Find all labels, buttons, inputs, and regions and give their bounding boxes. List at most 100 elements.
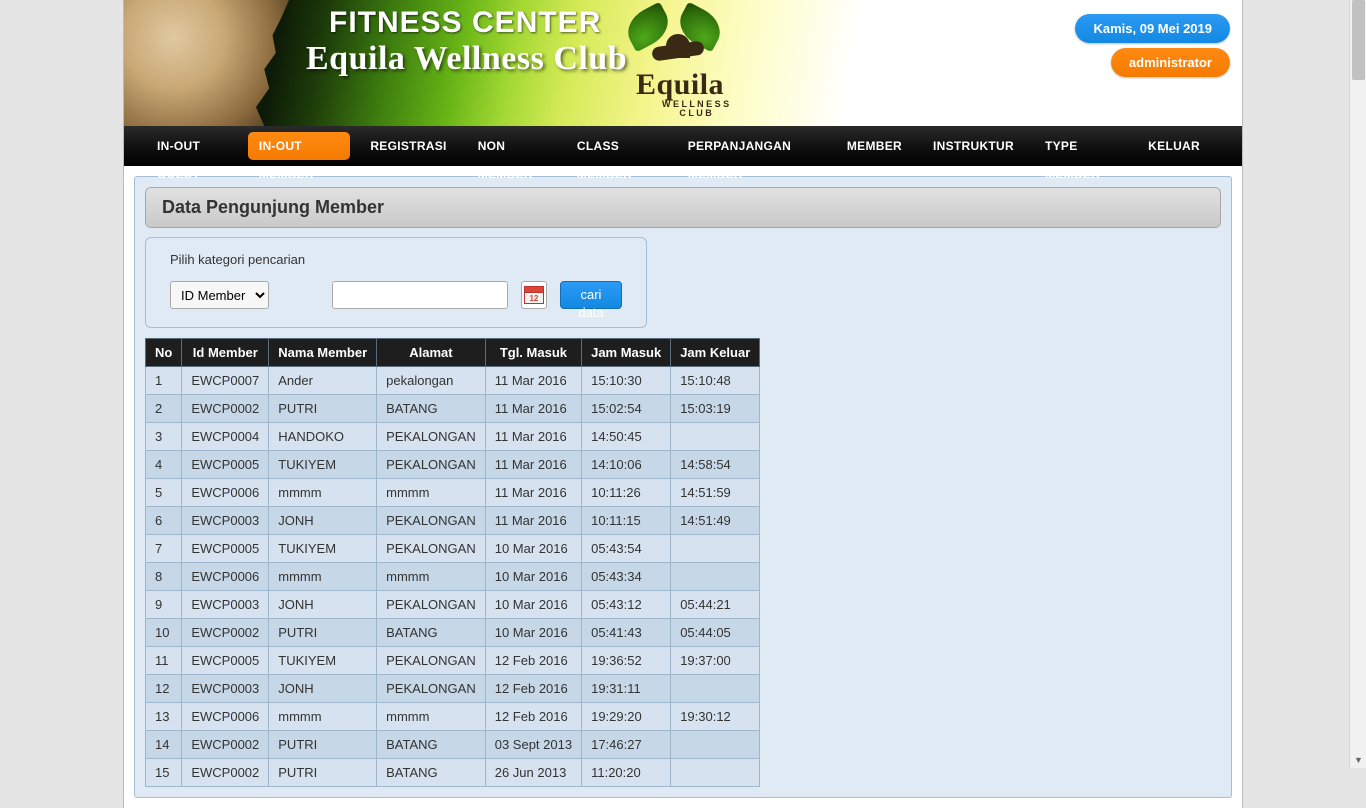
nav-item-registrasi[interactable]: REGISTRASI bbox=[359, 132, 457, 160]
table-cell: mmmm bbox=[269, 703, 377, 731]
table-cell: 11:20:20 bbox=[582, 759, 671, 787]
table-cell: JONH bbox=[269, 507, 377, 535]
table-cell: EWCP0002 bbox=[182, 731, 269, 759]
table-cell: mmmm bbox=[377, 479, 486, 507]
table-row: 9EWCP0003JONHPEKALONGAN10 Mar 201605:43:… bbox=[146, 591, 760, 619]
table-cell: BATANG bbox=[377, 731, 486, 759]
user-badge[interactable]: administrator bbox=[1111, 48, 1230, 77]
table-cell: EWCP0005 bbox=[182, 451, 269, 479]
scroll-down-icon[interactable]: ▼ bbox=[1350, 751, 1366, 768]
column-header: Id Member bbox=[182, 339, 269, 367]
table-cell: 14:51:59 bbox=[671, 479, 760, 507]
table-cell: 13 bbox=[146, 703, 182, 731]
table-cell: 5 bbox=[146, 479, 182, 507]
page-title: Data Pengunjung Member bbox=[146, 188, 1220, 227]
table-cell bbox=[671, 535, 760, 563]
table-cell: 14:51:49 bbox=[671, 507, 760, 535]
search-category-select[interactable]: ID Member bbox=[170, 281, 269, 309]
table-row: 12EWCP0003JONHPEKALONGAN12 Feb 201619:31… bbox=[146, 675, 760, 703]
table-cell: 10 Mar 2016 bbox=[485, 563, 581, 591]
table-cell: mmmm bbox=[377, 703, 486, 731]
table-cell: 12 Feb 2016 bbox=[485, 703, 581, 731]
table-cell: 3 bbox=[146, 423, 182, 451]
column-header: No bbox=[146, 339, 182, 367]
vertical-scrollbar[interactable]: ▲ ▼ bbox=[1349, 0, 1366, 768]
table-cell: 19:37:00 bbox=[671, 647, 760, 675]
header-title-line2: Equila Wellness Club bbox=[306, 40, 627, 78]
header-mascot-image bbox=[124, 0, 289, 126]
calendar-icon bbox=[524, 286, 544, 304]
table-cell: 10:11:15 bbox=[582, 507, 671, 535]
site-header: FITNESS CENTER Equila Wellness Club Equi… bbox=[124, 0, 1242, 126]
table-cell bbox=[671, 759, 760, 787]
table-cell: mmmm bbox=[269, 479, 377, 507]
table-cell: 05:43:12 bbox=[582, 591, 671, 619]
column-header: Jam Keluar bbox=[671, 339, 760, 367]
table-cell: EWCP0003 bbox=[182, 507, 269, 535]
logo-person-icon bbox=[666, 34, 690, 58]
table-row: 13EWCP0006mmmmmmmm12 Feb 201619:29:2019:… bbox=[146, 703, 760, 731]
table-cell bbox=[671, 675, 760, 703]
nav-item-perpanjangan-member[interactable]: PERPANJANGAN MEMBER bbox=[677, 132, 827, 160]
nav-item-class-member[interactable]: CLASS MEMBER bbox=[566, 132, 668, 160]
table-cell: 15:10:30 bbox=[582, 367, 671, 395]
logo-text: Equila bbox=[636, 68, 724, 102]
table-cell: 19:36:52 bbox=[582, 647, 671, 675]
table-cell: PEKALONGAN bbox=[377, 451, 486, 479]
nav-item-in-out-guest[interactable]: IN-OUT GUEST bbox=[146, 132, 239, 160]
table-cell: 11 Mar 2016 bbox=[485, 367, 581, 395]
table-cell: JONH bbox=[269, 675, 377, 703]
nav-item-type-member[interactable]: TYPE MEMBER bbox=[1034, 132, 1128, 160]
table-cell: 1 bbox=[146, 367, 182, 395]
nav-item-keluar[interactable]: KELUAR bbox=[1137, 132, 1211, 160]
table-cell: 4 bbox=[146, 451, 182, 479]
table-cell: 2 bbox=[146, 395, 182, 423]
table-cell: 10 Mar 2016 bbox=[485, 535, 581, 563]
table-cell: JONH bbox=[269, 591, 377, 619]
table-row: 15EWCP0002PUTRIBATANG26 Jun 201311:20:20 bbox=[146, 759, 760, 787]
scroll-thumb[interactable] bbox=[1352, 0, 1365, 80]
column-header: Alamat bbox=[377, 339, 486, 367]
nav-item-instruktur[interactable]: INSTRUKTUR bbox=[922, 132, 1025, 160]
table-cell: BATANG bbox=[377, 619, 486, 647]
table-row: 11EWCP0005TUKIYEMPEKALONGAN12 Feb 201619… bbox=[146, 647, 760, 675]
nav-item-in-out-member[interactable]: IN-OUT MEMBER bbox=[248, 132, 351, 160]
table-row: 1EWCP0007Anderpekalongan11 Mar 201615:10… bbox=[146, 367, 760, 395]
table-cell: 26 Jun 2013 bbox=[485, 759, 581, 787]
table-cell: EWCP0006 bbox=[182, 703, 269, 731]
table-row: 2EWCP0002PUTRIBATANG11 Mar 201615:02:541… bbox=[146, 395, 760, 423]
table-cell: PEKALONGAN bbox=[377, 591, 486, 619]
calendar-button[interactable] bbox=[521, 281, 547, 309]
search-input[interactable] bbox=[332, 281, 508, 309]
column-header: Jam Masuk bbox=[582, 339, 671, 367]
nav-item-member[interactable]: MEMBER bbox=[836, 132, 913, 160]
table-cell: 19:31:11 bbox=[582, 675, 671, 703]
header-title-line1: FITNESS CENTER bbox=[329, 6, 601, 40]
table-cell: 03 Sept 2013 bbox=[485, 731, 581, 759]
table-row: 6EWCP0003JONHPEKALONGAN11 Mar 201610:11:… bbox=[146, 507, 760, 535]
table-cell: 17:46:27 bbox=[582, 731, 671, 759]
table-cell: 19:30:12 bbox=[671, 703, 760, 731]
table-cell: 14:10:06 bbox=[582, 451, 671, 479]
table-cell: 12 Feb 2016 bbox=[485, 647, 581, 675]
table-row: 10EWCP0002PUTRIBATANG10 Mar 201605:41:43… bbox=[146, 619, 760, 647]
table-cell: 15:02:54 bbox=[582, 395, 671, 423]
nav-item-non-member[interactable]: NON MEMBER bbox=[467, 132, 557, 160]
table-cell: 14:50:45 bbox=[582, 423, 671, 451]
table-cell: 11 Mar 2016 bbox=[485, 507, 581, 535]
table-cell: 14 bbox=[146, 731, 182, 759]
table-cell bbox=[671, 563, 760, 591]
table-cell: BATANG bbox=[377, 759, 486, 787]
table-cell: EWCP0002 bbox=[182, 395, 269, 423]
page-title-panel: Data Pengunjung Member bbox=[145, 187, 1221, 228]
table-cell: 12 bbox=[146, 675, 182, 703]
search-label: Pilih kategori pencarian bbox=[170, 252, 622, 267]
table-row: 7EWCP0005TUKIYEMPEKALONGAN10 Mar 201605:… bbox=[146, 535, 760, 563]
table-row: 8EWCP0006mmmmmmmm10 Mar 201605:43:34 bbox=[146, 563, 760, 591]
search-button[interactable]: cari data bbox=[560, 281, 622, 309]
table-cell: PUTRI bbox=[269, 395, 377, 423]
table-cell: 11 Mar 2016 bbox=[485, 395, 581, 423]
table-row: 3EWCP0004HANDOKOPEKALONGAN11 Mar 201614:… bbox=[146, 423, 760, 451]
table-cell: TUKIYEM bbox=[269, 451, 377, 479]
table-cell: EWCP0003 bbox=[182, 591, 269, 619]
